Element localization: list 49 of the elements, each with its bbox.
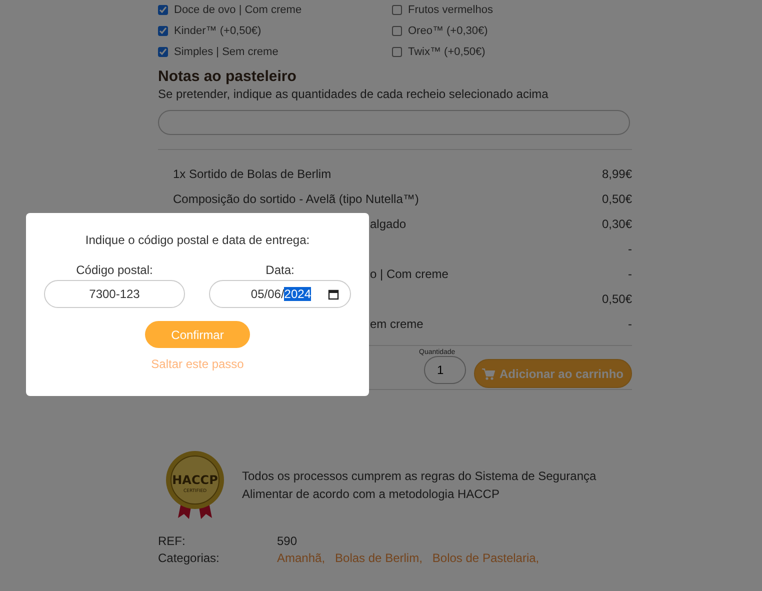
checkbox[interactable]	[392, 46, 402, 56]
checkbox[interactable]	[158, 26, 168, 36]
cart-icon	[482, 368, 496, 380]
summary-price: 8,99€	[602, 167, 632, 181]
summary-price: -	[628, 242, 632, 256]
checkbox-label: Twix™ (+0,50€)	[408, 46, 486, 58]
date-text: /	[264, 287, 268, 301]
checkbox-label: Frutos vermelhos	[408, 4, 493, 16]
add-to-cart-button[interactable]: Adicionar ao carrinho	[474, 359, 632, 388]
skip-link[interactable]: Saltar este passo	[151, 357, 244, 371]
summary-item: o | Com creme	[370, 267, 448, 281]
summary-item: Composição do sortido - Avelã (tipo Nutella™)	[173, 192, 419, 206]
field-label: Código postal:	[76, 263, 153, 277]
summary-price: 0,50€	[602, 192, 632, 206]
category-link[interactable]: Bolas de Berlim,	[335, 551, 422, 565]
category-link[interactable]: Bolos de Pastelaria,	[432, 551, 540, 565]
section-title: Notas ao pasteleiro	[158, 68, 298, 85]
summary-price: -	[628, 317, 632, 331]
date-field[interactable]: 05/06/2024	[209, 280, 351, 308]
checkbox-label: Doce de ovo | Com creme	[174, 4, 302, 16]
date-text: 05	[250, 287, 264, 301]
calendar-icon[interactable]	[328, 288, 339, 300]
checkbox[interactable]	[158, 46, 168, 56]
date-text: /	[280, 287, 284, 301]
meta-label: Categorias:	[158, 551, 220, 565]
summary-item: algado	[370, 217, 406, 231]
date-text: 06	[268, 287, 281, 301]
checkbox-label: Kinder™ (+0,50€)	[174, 24, 262, 36]
haccp-text: Todos os processos cumprem as regras do Sistema de Segurança Alimentar de acordo com a metodologia HACCP	[242, 468, 598, 503]
checkbox[interactable]	[392, 26, 402, 36]
section-hint: Se pretender, indique as quantidades de cada recheio selecionado acima	[158, 87, 550, 101]
meta-value: 590	[277, 534, 298, 548]
checkbox[interactable]	[158, 4, 168, 14]
category-link[interactable]: Amanhã,	[277, 551, 326, 565]
checkbox[interactable]	[392, 4, 402, 14]
checkbox-label: Oreo™ (+0,30€)	[408, 24, 488, 36]
confirm-button[interactable]: Confirmar	[145, 321, 250, 348]
quantity-field[interactable]: 1	[424, 356, 466, 384]
summary-item: em creme	[370, 317, 424, 331]
postal-code-field[interactable]: 7300-123	[44, 280, 185, 308]
date-text: 2024	[284, 287, 311, 301]
meta-label: REF:	[158, 534, 186, 548]
summary-price: 0,50€	[602, 292, 632, 306]
dialog-title: Indique o código postal e data de entrega:	[85, 233, 310, 247]
field-label: Data:	[266, 263, 294, 277]
summary-item: 1x Sortido de Bolas de Berlim	[173, 167, 332, 181]
summary-price: -	[628, 267, 632, 281]
summary-price: 0,30€	[602, 217, 632, 231]
checkbox-label: Simples | Sem creme	[174, 46, 278, 58]
